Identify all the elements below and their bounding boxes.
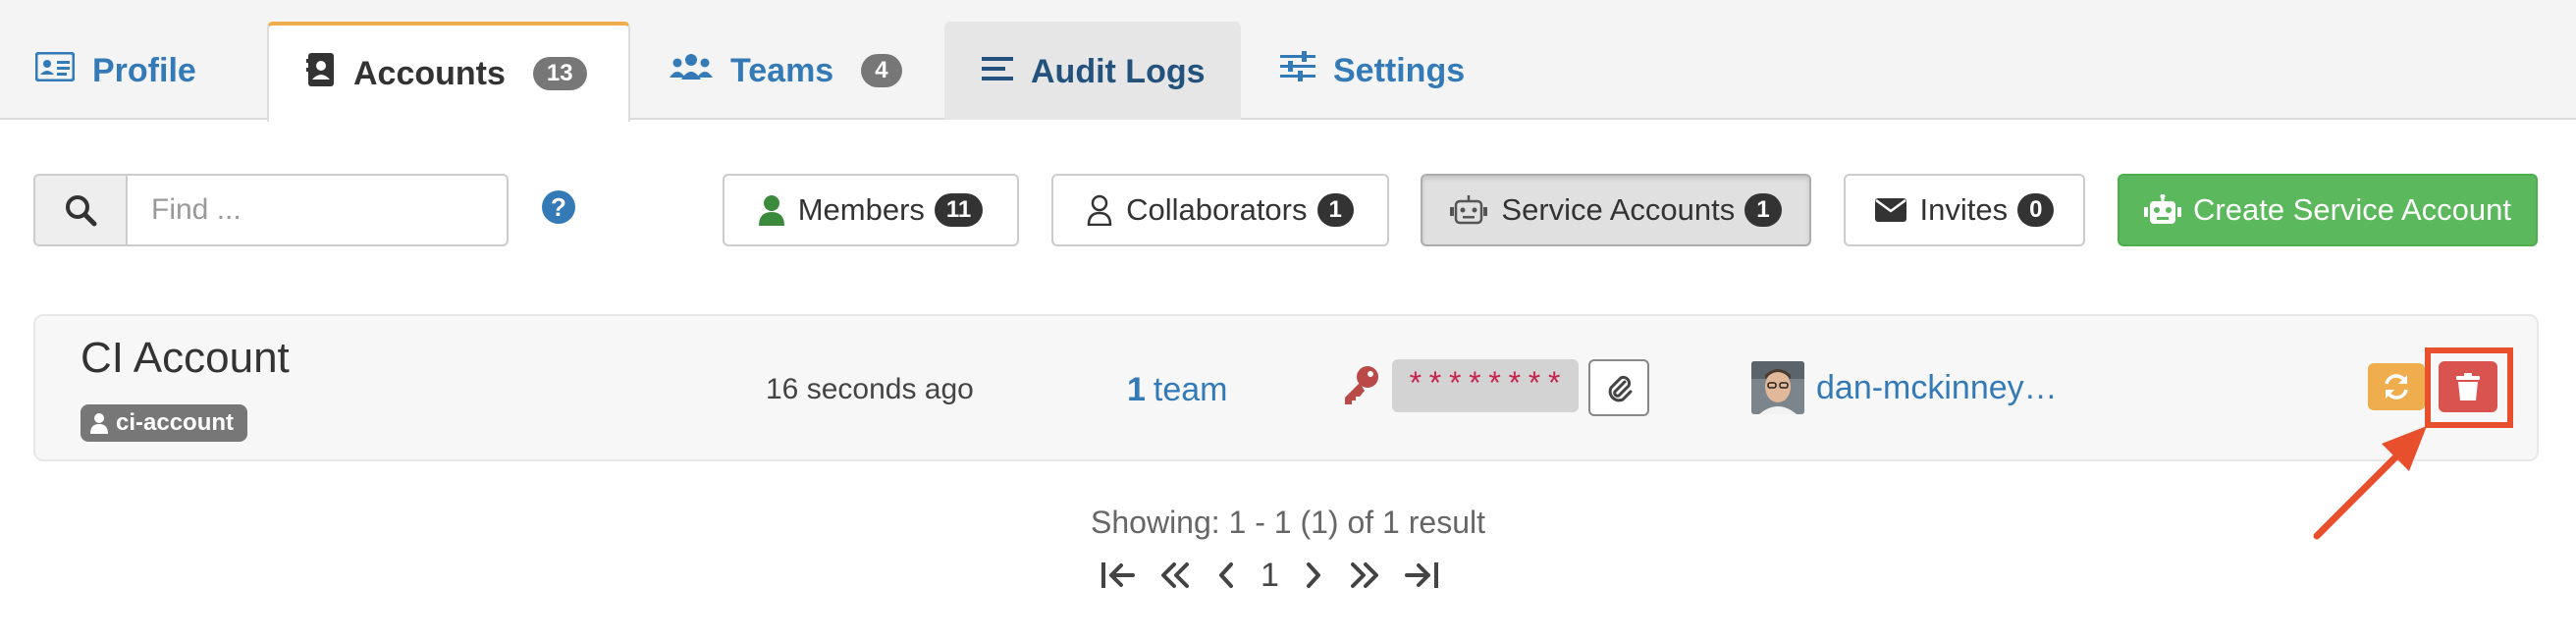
team-count: 1	[1127, 371, 1146, 408]
tab-label: Accounts	[353, 54, 506, 92]
create-service-account-button[interactable]: Create Service Account	[2118, 174, 2538, 246]
address-book-icon	[306, 52, 336, 96]
collaborators-count-badge: 1	[1316, 193, 1354, 227]
account-created-time: 16 seconds ago	[766, 373, 974, 405]
key-icon	[1341, 365, 1380, 411]
user-outline-icon	[1087, 194, 1112, 226]
tab-label: Settings	[1333, 51, 1466, 89]
account-row: CI Account ci-account 16 seconds ago 1 te…	[33, 314, 2539, 461]
pagination: 1	[1100, 552, 1440, 599]
last-page-icon[interactable]	[1404, 560, 1440, 590]
copy-token-button[interactable]	[1588, 359, 1649, 416]
prev-page-icon[interactable]	[1215, 560, 1237, 590]
search-icon	[33, 174, 126, 246]
id-card-icon	[34, 51, 76, 90]
members-count-badge: 11	[934, 193, 984, 227]
next-fast-icon[interactable]	[1348, 560, 1381, 590]
robot-icon	[2144, 194, 2182, 226]
filter-label: Collaborators	[1126, 192, 1308, 227]
filter-label: Service Accounts	[1501, 192, 1736, 227]
avatar	[1751, 361, 1804, 414]
sliders-icon	[1280, 50, 1315, 91]
filter-members-button[interactable]: Members 11	[723, 174, 1019, 246]
user-icon	[90, 412, 108, 434]
filter-label: Invites	[1919, 192, 2009, 227]
filter-service-accounts-button[interactable]: Service Accounts 1	[1421, 174, 1811, 246]
filter-label: Members	[797, 192, 925, 227]
tab-profile[interactable]: Profile	[34, 22, 267, 120]
next-page-icon[interactable]	[1303, 560, 1324, 590]
owner-link[interactable]: dan-mckinney…	[1816, 369, 2058, 407]
filter-collaborators-button[interactable]: Collaborators 1	[1051, 174, 1389, 246]
service-accounts-count-badge: 1	[1744, 193, 1782, 227]
accounts-count-badge: 13	[532, 57, 587, 90]
create-button-label: Create Service Account	[2193, 192, 2511, 227]
envelope-icon	[1874, 198, 1906, 222]
user-icon	[758, 194, 784, 226]
help-icon[interactable]: ?	[542, 190, 575, 224]
search-input[interactable]	[126, 174, 509, 246]
token-mask: ********	[1392, 359, 1579, 412]
teams-count-badge: 4	[861, 54, 902, 87]
robot-icon	[1450, 195, 1488, 225]
current-page-number[interactable]: 1	[1261, 557, 1279, 595]
account-username: ci-account	[116, 409, 235, 436]
account-username-label: ci-account	[80, 404, 248, 442]
tab-accounts[interactable]: Accounts 13	[267, 22, 630, 122]
pagination-summary: Showing: 1 - 1 (1) of 1 result	[1091, 505, 1485, 540]
users-icon	[670, 52, 713, 90]
paperclip-icon	[1608, 375, 1633, 402]
account-name: CI Account	[80, 334, 290, 382]
list-icon	[982, 53, 1013, 91]
annotation-arrow	[2313, 426, 2427, 540]
team-label: team	[1153, 371, 1228, 408]
invites-count-badge: 0	[2017, 193, 2055, 227]
tab-label: Audit Logs	[1031, 52, 1206, 90]
account-teams-link[interactable]: 1 team	[1127, 371, 1228, 409]
search-group	[33, 174, 509, 246]
tab-settings[interactable]: Settings	[1241, 22, 1504, 120]
tab-teams[interactable]: Teams 4	[630, 22, 944, 120]
tab-label: Teams	[730, 51, 834, 89]
filter-invites-button[interactable]: Invites 0	[1844, 174, 2085, 246]
tab-label: Profile	[92, 51, 196, 89]
prev-fast-icon[interactable]	[1158, 560, 1192, 590]
first-page-icon[interactable]	[1100, 560, 1135, 590]
tab-audit-logs[interactable]: Audit Logs	[944, 22, 1241, 120]
tab-bar: Profile Accounts 13 Teams 4 Audit Logs S…	[0, 0, 2576, 122]
